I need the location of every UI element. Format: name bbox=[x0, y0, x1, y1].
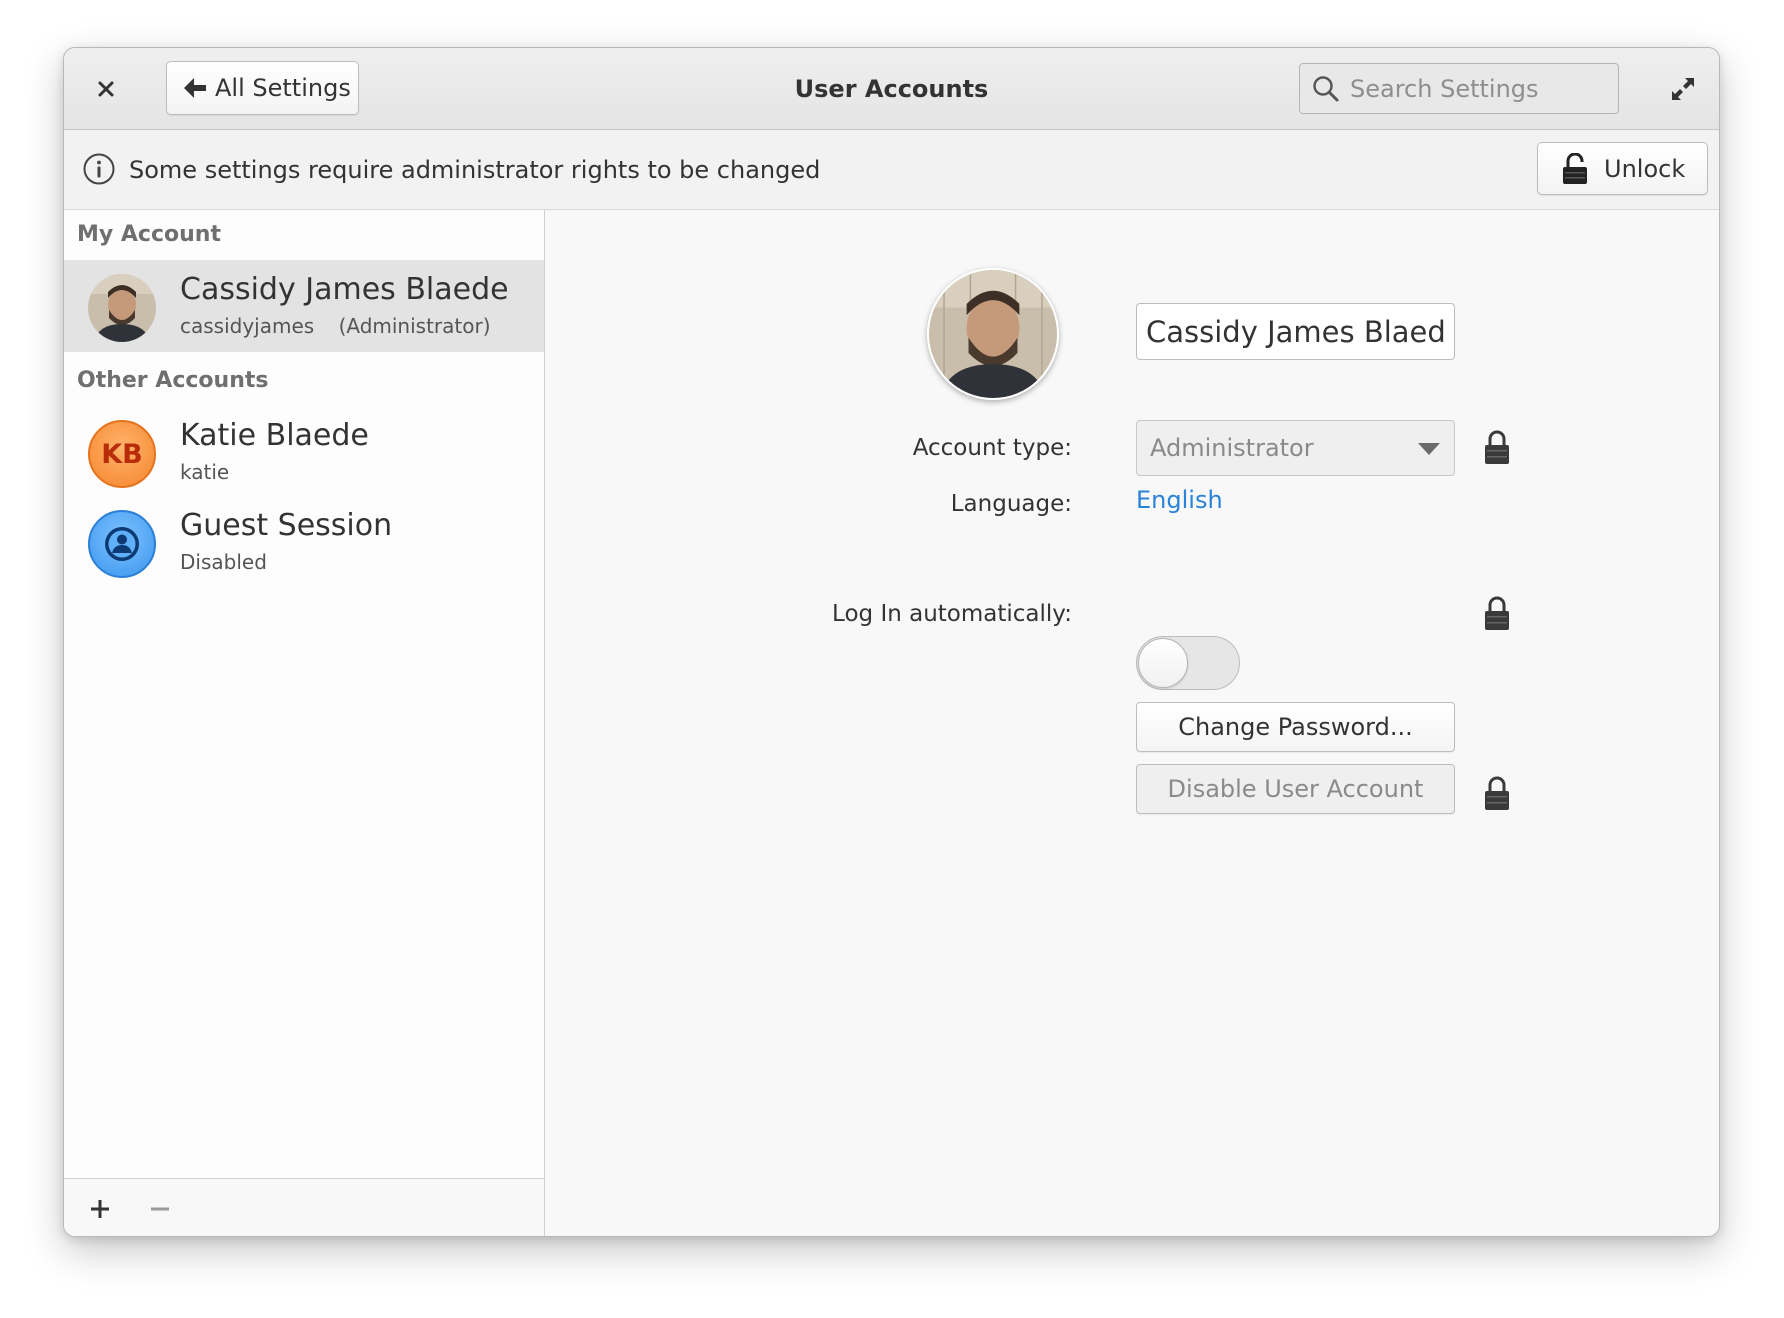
search-box[interactable] bbox=[1299, 63, 1619, 114]
user-icon bbox=[105, 527, 139, 561]
all-settings-label: All Settings bbox=[215, 74, 351, 102]
avatar bbox=[88, 510, 156, 578]
switch-knob bbox=[1138, 638, 1188, 688]
arrow-left-icon bbox=[184, 78, 206, 98]
add-account-button[interactable] bbox=[80, 1189, 120, 1229]
autologin-label: Log In automatically: bbox=[832, 601, 1072, 627]
my-account-header: My Account bbox=[77, 222, 221, 247]
account-name: Katie Blaede bbox=[180, 418, 369, 453]
maximize-icon bbox=[1672, 78, 1694, 100]
lock-icon bbox=[1485, 596, 1509, 630]
account-details: Account type: Administrator Language: En… bbox=[545, 210, 1719, 1236]
account-name: Cassidy James Blaede bbox=[180, 272, 509, 307]
account-row-guest[interactable]: Guest Session Disabled bbox=[64, 496, 544, 588]
lock-icon bbox=[1485, 430, 1509, 464]
accounts-sidebar: My Account Cassidy James Blaede cassidyj… bbox=[64, 210, 545, 1236]
change-password-button[interactable]: Change Password... bbox=[1136, 702, 1455, 752]
account-name: Guest Session bbox=[180, 508, 393, 543]
autologin-switch[interactable] bbox=[1136, 636, 1240, 690]
language-link[interactable]: English bbox=[1136, 486, 1223, 514]
account-type-label: Account type: bbox=[912, 435, 1072, 461]
avatar bbox=[88, 274, 156, 342]
avatar-initials: KB bbox=[88, 420, 156, 488]
account-username: katie bbox=[180, 460, 230, 484]
chevron-down-icon bbox=[1418, 443, 1440, 455]
close-button[interactable] bbox=[86, 69, 126, 109]
remove-account-button[interactable] bbox=[140, 1189, 180, 1229]
header-bar: All Settings User Accounts bbox=[64, 48, 1719, 130]
sidebar-footer bbox=[64, 1178, 544, 1236]
minus-icon bbox=[151, 1207, 169, 1211]
other-accounts-header: Other Accounts bbox=[77, 368, 269, 393]
plus-icon bbox=[91, 1200, 109, 1218]
settings-window: All Settings User Accounts Some settings… bbox=[63, 47, 1720, 1237]
info-bar: Some settings require administrator righ… bbox=[64, 130, 1719, 210]
unlock-label: Unlock bbox=[1604, 154, 1686, 183]
account-username-text: cassidyjames bbox=[180, 314, 315, 338]
account-row-cassidy[interactable]: Cassidy James Blaede cassidyjames (Admin… bbox=[64, 260, 544, 352]
search-input[interactable] bbox=[1350, 74, 1600, 103]
account-type-dropdown[interactable]: Administrator bbox=[1136, 420, 1455, 476]
lock-open-icon bbox=[1563, 152, 1587, 184]
info-icon bbox=[83, 153, 115, 185]
lock-icon bbox=[1485, 776, 1509, 810]
disable-account-button[interactable]: Disable User Account bbox=[1136, 764, 1455, 814]
all-settings-button[interactable]: All Settings bbox=[166, 61, 359, 115]
unlock-button[interactable]: Unlock bbox=[1537, 142, 1708, 195]
search-icon bbox=[1313, 75, 1339, 101]
account-row-katie[interactable]: KB Katie Blaede katie bbox=[64, 406, 544, 498]
close-icon bbox=[98, 81, 114, 97]
account-role: (Administrator) bbox=[338, 314, 491, 338]
account-status: Disabled bbox=[180, 550, 267, 574]
account-type-value: Administrator bbox=[1150, 434, 1314, 462]
account-username: cassidyjames (Administrator) bbox=[180, 314, 491, 338]
user-photo-icon bbox=[929, 270, 1057, 398]
full-name-field[interactable] bbox=[1136, 303, 1455, 360]
user-avatar-button[interactable] bbox=[927, 268, 1059, 400]
user-photo-icon bbox=[88, 274, 156, 342]
language-label: Language: bbox=[950, 491, 1072, 517]
info-message: Some settings require administrator righ… bbox=[129, 156, 821, 184]
maximize-button[interactable] bbox=[1664, 70, 1702, 108]
